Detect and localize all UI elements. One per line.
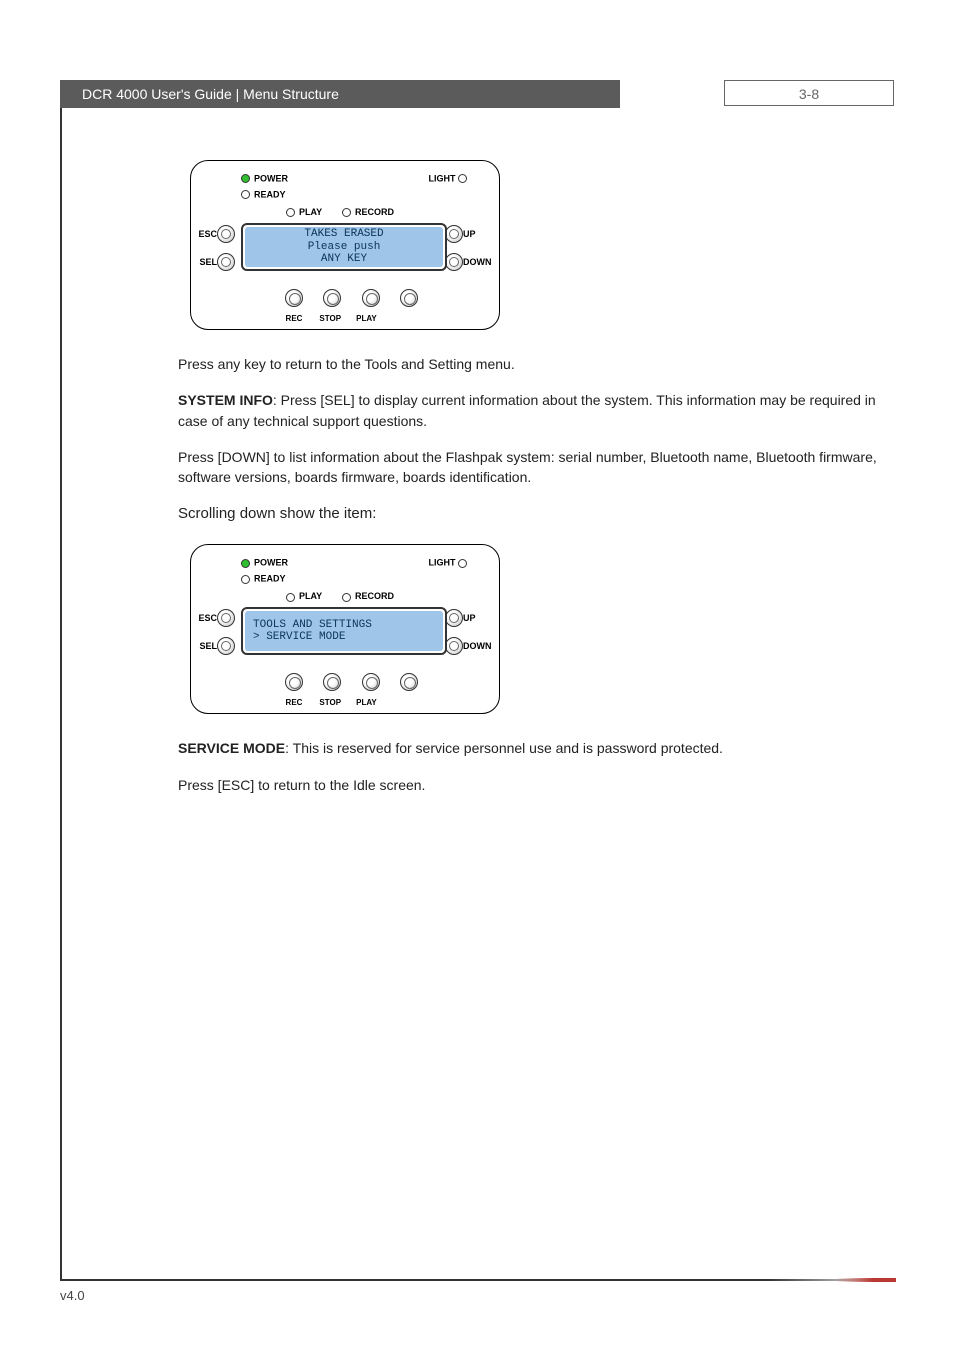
power-label-2: POWER: [254, 558, 288, 568]
esc-button-2[interactable]: [217, 609, 235, 627]
play-btn-label-2: PLAY: [349, 698, 383, 707]
up-label: UP: [463, 229, 497, 239]
stop-btn-label: STOP: [313, 314, 347, 323]
power-led-icon: [241, 174, 250, 183]
play-button[interactable]: [362, 289, 380, 307]
play-record-row-2: PLAY RECORD: [286, 591, 394, 601]
up-button-2[interactable]: [445, 609, 463, 627]
down-label-2: DOWN: [463, 641, 497, 651]
lcd-frame-1: TAKES ERASED Please push ANY KEY: [241, 223, 447, 271]
play-label: PLAY: [299, 207, 322, 217]
power-label: POWER: [254, 174, 288, 184]
light-label: LIGHT: [428, 174, 455, 184]
light-led-row-2: LIGHT: [428, 557, 471, 568]
record-label-2: RECORD: [355, 591, 394, 601]
play-record-row: PLAY RECORD: [286, 207, 394, 217]
light-label-2: LIGHT: [428, 558, 455, 568]
up-button[interactable]: [445, 225, 463, 243]
stop-button[interactable]: [323, 289, 341, 307]
ready-label: READY: [254, 190, 286, 200]
lcd1-line1: TAKES ERASED: [253, 228, 435, 241]
esc-label-2: ESC: [193, 613, 217, 623]
paragraph-2: SYSTEM INFO: Press [SEL] to display curr…: [178, 390, 878, 431]
page-number-box: 3-8: [724, 80, 894, 106]
paragraph-5: Press [ESC] to return to the Idle screen…: [178, 775, 878, 795]
sel-label: SEL: [193, 257, 217, 267]
device-panel-2: POWER READY LIGHT PLAY RECORD ESC SEL UP…: [190, 544, 500, 714]
light-led-icon: [458, 174, 467, 183]
sel-label-2: SEL: [193, 641, 217, 651]
esc-label: ESC: [193, 229, 217, 239]
transport-labels-1: REC STOP PLAY: [277, 314, 383, 323]
power-led-row-2: POWER: [241, 557, 288, 568]
lcd2-line2: > SERVICE MODE: [253, 631, 435, 644]
up-label-2: UP: [463, 613, 497, 623]
paragraph-4: SERVICE MODE: This is reserved for servi…: [178, 738, 878, 758]
lcd-screen-1: TAKES ERASED Please push ANY KEY: [245, 227, 443, 267]
power-led-icon-2: [241, 559, 250, 568]
power-led-row: POWER: [241, 173, 288, 184]
system-info-rest: : Press [SEL] to display current informa…: [178, 392, 876, 428]
subheading: Scrolling down show the item:: [178, 505, 878, 522]
sel-button[interactable]: [217, 253, 235, 271]
rec-btn-label: REC: [277, 314, 311, 323]
down-button[interactable]: [445, 253, 463, 271]
page: DCR 4000 User's Guide | Menu Structure 3…: [0, 0, 954, 1351]
ready-led-icon: [241, 190, 250, 199]
record-led-icon: [342, 208, 351, 217]
light-led-icon-2: [458, 559, 467, 568]
lcd2-line1: TOOLS AND SETTINGS: [253, 619, 435, 632]
play-led-icon-2: [286, 593, 295, 602]
content-area: POWER READY LIGHT PLAY RECORD ESC SEL UP…: [178, 160, 878, 811]
extra-button-2[interactable]: [400, 673, 418, 691]
stop-button-2[interactable]: [323, 673, 341, 691]
down-label: DOWN: [463, 257, 497, 267]
service-mode-rest: : This is reserved for service personnel…: [285, 740, 723, 756]
paragraph-3: Press [DOWN] to list information about t…: [178, 447, 878, 488]
sel-button-2[interactable]: [217, 637, 235, 655]
play-label-2: PLAY: [299, 591, 322, 601]
ready-led-row: READY: [241, 189, 286, 200]
down-button-2[interactable]: [445, 637, 463, 655]
lcd1-line3: ANY KEY: [253, 253, 435, 266]
ready-led-icon-2: [241, 575, 250, 584]
stop-btn-label-2: STOP: [313, 698, 347, 707]
device-panel-1: POWER READY LIGHT PLAY RECORD ESC SEL UP…: [190, 160, 500, 330]
lcd1-line2: Please push: [253, 241, 435, 254]
rec-button[interactable]: [285, 289, 303, 307]
transport-buttons-2: [277, 673, 426, 691]
play-btn-label: PLAY: [349, 314, 383, 323]
lcd-screen-2: TOOLS AND SETTINGS > SERVICE MODE: [245, 611, 443, 651]
rec-button-2[interactable]: [285, 673, 303, 691]
footer-rule: [60, 1279, 894, 1281]
left-margin-rule: [60, 80, 62, 1280]
play-button-2[interactable]: [362, 673, 380, 691]
system-info-bold: SYSTEM INFO: [178, 392, 273, 408]
header-title: DCR 4000 User's Guide | Menu Structure: [60, 80, 620, 108]
record-led-icon-2: [342, 593, 351, 602]
transport-labels-2: REC STOP PLAY: [277, 698, 383, 707]
header-bar: DCR 4000 User's Guide | Menu Structure 3…: [60, 80, 894, 108]
footer-version: v4.0: [60, 1288, 85, 1303]
light-led-row: LIGHT: [428, 173, 471, 184]
ready-label-2: READY: [254, 574, 286, 584]
paragraph-1: Press any key to return to the Tools and…: [178, 354, 878, 374]
play-led-icon: [286, 208, 295, 217]
ready-led-row-2: READY: [241, 573, 286, 584]
transport-buttons-1: [277, 289, 426, 307]
lcd-frame-2: TOOLS AND SETTINGS > SERVICE MODE: [241, 607, 447, 655]
rec-btn-label-2: REC: [277, 698, 311, 707]
record-label: RECORD: [355, 207, 394, 217]
service-mode-bold: SERVICE MODE: [178, 740, 285, 756]
esc-button[interactable]: [217, 225, 235, 243]
extra-button[interactable]: [400, 289, 418, 307]
